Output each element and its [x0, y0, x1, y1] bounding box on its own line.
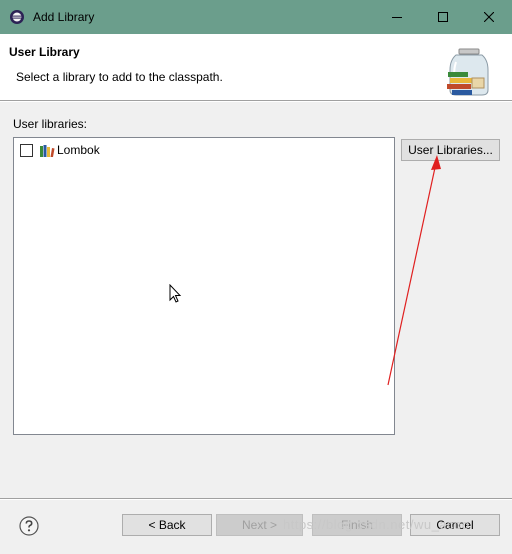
user-libraries-button[interactable]: User Libraries... — [401, 139, 500, 161]
maximize-button[interactable] — [420, 0, 466, 34]
header-title: User Library — [9, 45, 80, 59]
close-icon — [484, 12, 494, 22]
title-bar[interactable]: Add Library — [0, 0, 512, 34]
header-separator-highlight — [0, 101, 512, 102]
help-icon[interactable] — [19, 516, 39, 536]
list-item[interactable]: Lombok — [19, 143, 119, 159]
minimize-icon — [392, 17, 402, 18]
eclipse-icon — [10, 10, 24, 24]
back-button[interactable]: < Back — [122, 514, 212, 536]
footer-separator-highlight — [0, 499, 512, 500]
library-jar-icon — [447, 48, 489, 96]
user-libraries-list[interactable]: Lombok — [13, 137, 395, 435]
maximize-icon — [438, 12, 448, 22]
lombok-checkbox[interactable] — [20, 144, 33, 157]
header-description: Select a library to add to the classpath… — [16, 70, 223, 84]
mouse-cursor-icon — [169, 284, 182, 303]
lombok-label: Lombok — [57, 143, 100, 157]
library-icon — [40, 145, 55, 157]
close-button[interactable] — [466, 0, 512, 34]
wizard-header: User Library Select a library to add to … — [0, 34, 512, 100]
window-title: Add Library — [33, 10, 95, 24]
user-libraries-label: User libraries: — [13, 117, 88, 131]
minimize-button[interactable] — [374, 0, 420, 34]
watermark-text: https://blog.csdn.net/wu_acoo — [283, 517, 470, 532]
